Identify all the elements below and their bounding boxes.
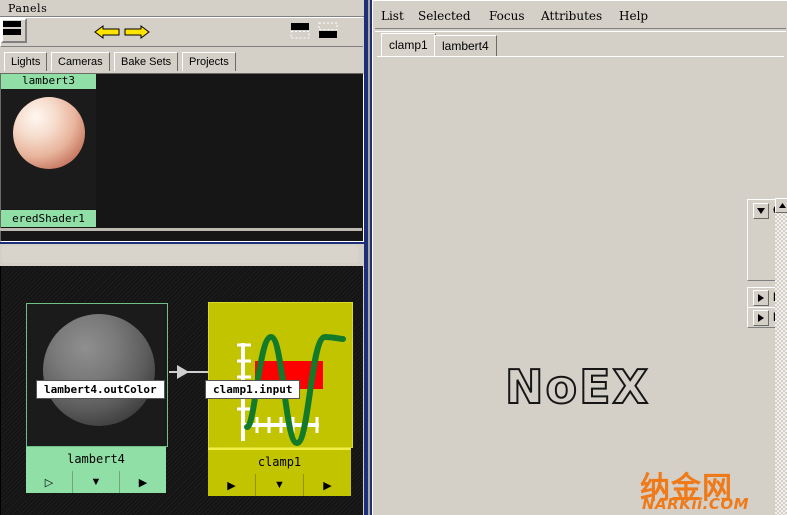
node-label: clamp1 (208, 448, 351, 474)
split-pane-layout-button[interactable] (1, 18, 27, 43)
hypershade-window: Panels Lights Cameras Bake Sets Projects… (0, 0, 364, 515)
graph-node-clamp1[interactable]: clamp1 ▶ ▼ ▶ (208, 302, 353, 496)
two-pane-layout-button[interactable] (317, 22, 339, 39)
window-divider[interactable] (364, 0, 372, 515)
application-window: Panels Lights Cameras Bake Sets Projects… (0, 0, 787, 515)
narkii-watermark: 纳金网 NARKii.COM (640, 463, 782, 513)
connection-line (169, 371, 213, 373)
hypershade-toolbar (0, 17, 363, 47)
swatch-preview (1, 89, 96, 209)
panel-tab-lights[interactable]: Lights (4, 52, 48, 71)
chevron-right-icon (758, 314, 764, 322)
node-expand-button[interactable]: ▼ (72, 471, 119, 493)
swatch-layered-shader1[interactable]: eredShader1 (1, 210, 96, 227)
section-expand-toggle[interactable] (753, 290, 769, 306)
chevron-down-icon (757, 208, 765, 214)
connection-arrow-icon (177, 365, 189, 379)
tab-lambert4[interactable]: lambert4 (434, 35, 497, 56)
panel-tab-bake-sets[interactable]: Bake Sets (114, 52, 179, 71)
node-swatch (208, 302, 353, 448)
tab-clamp1[interactable]: clamp1 (381, 33, 436, 56)
material-sphere-preview (13, 97, 85, 169)
attribute-editor: List Selected Focus Attributes Help clam… (372, 0, 787, 515)
tooltip-clamp1-input: clamp1.input (205, 380, 301, 399)
forward-arrow-icon[interactable] (124, 25, 150, 39)
tab-underline (377, 56, 784, 59)
node-tab-strip: clamp1 lambert4 (377, 33, 784, 57)
panel-separator (0, 242, 364, 269)
node-expand-button[interactable]: ▼ (255, 474, 303, 496)
clamp-curve-preview (209, 303, 352, 447)
node-label: lambert4 (26, 447, 166, 471)
hypershade-tab-row: Lights Cameras Bake Sets Projects (0, 52, 364, 72)
swatch-label: lambert3 (1, 74, 96, 89)
watermark-english-text: NARKii.COM (642, 495, 750, 513)
scroll-up-icon (778, 203, 786, 208)
node-output-button[interactable]: ▶ (119, 471, 166, 493)
section-collapse-toggle[interactable] (753, 203, 769, 219)
node-input-button[interactable]: ▶ (208, 474, 255, 496)
node-button-row: ▶ ▼ ▶ (208, 474, 351, 496)
menu-separator (375, 28, 786, 32)
scroll-up-button[interactable] (775, 198, 787, 213)
browser-divider (0, 228, 362, 231)
panel-tab-cameras[interactable]: Cameras (51, 52, 110, 71)
work-area-graph[interactable]: lambert4 ▷ ▼ ▶ clamp1 ▶ ▼ ▶ lambert4.out… (0, 266, 363, 515)
node-output-button[interactable]: ▶ (303, 474, 351, 496)
panels-title: Panels (8, 2, 48, 15)
noex-watermark: NoEX (504, 359, 650, 415)
swatch-label: eredShader1 (1, 210, 96, 227)
panel-tab-projects[interactable]: Projects (182, 52, 236, 71)
back-arrow-icon[interactable] (94, 25, 120, 39)
shader-browser[interactable]: lambert3 eredShader1 (0, 73, 364, 242)
section-expand-toggle[interactable] (753, 310, 769, 326)
swatch-lambert3[interactable]: lambert3 (1, 74, 96, 209)
menu-list[interactable]: List (378, 7, 407, 25)
menu-selected[interactable]: Selected (415, 7, 474, 25)
menu-bar: List Selected Focus Attributes Help (373, 7, 787, 27)
panels-title-bar: Panels (0, 0, 364, 17)
menu-focus[interactable]: Focus (486, 7, 528, 25)
node-input-button[interactable]: ▷ (26, 471, 72, 493)
node-button-row: ▷ ▼ ▶ (26, 471, 166, 493)
chevron-right-icon (758, 294, 764, 302)
tooltip-lambert4-outcolor: lambert4.outColor (36, 380, 165, 399)
lambert-sphere-preview (43, 314, 155, 426)
single-pane-layout-button[interactable] (289, 22, 311, 39)
menu-attributes[interactable]: Attributes (538, 7, 605, 25)
node-swatch (26, 303, 168, 447)
menu-help[interactable]: Help (616, 7, 651, 25)
